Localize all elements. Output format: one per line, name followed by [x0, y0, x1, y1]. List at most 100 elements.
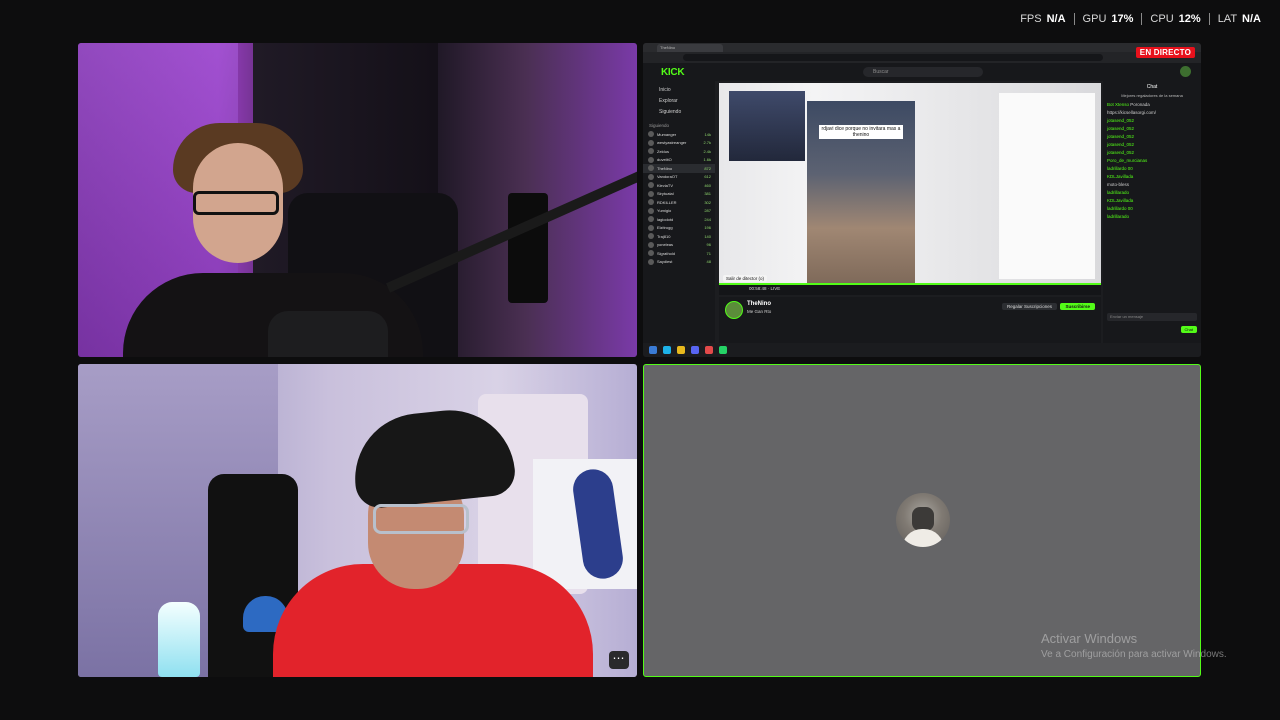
sidebar-channel[interactable]: Sigrathold 71	[643, 249, 715, 258]
sidebar-channel[interactable]: Zeldus 2.4k	[643, 147, 715, 156]
subscribe-button[interactable]: Suscribirse	[1060, 303, 1095, 310]
chat-text: moto-bless	[1107, 182, 1130, 187]
chat-username[interactable]: ladrillardo 00	[1107, 166, 1133, 171]
sidebar-channel[interactable]: TheNino 872	[643, 164, 715, 173]
chat-message: jotasend_052	[1103, 141, 1201, 149]
chat-username[interactable]: ladrillarado	[1107, 214, 1129, 219]
kick-sidebar: Inicio Explorar Siguiendo Siguiendo Muma…	[643, 81, 715, 343]
channel-name: VandoraOT	[657, 174, 678, 180]
chat-message: KDLJavillada	[1103, 173, 1201, 181]
channel-avatar	[648, 224, 654, 231]
sidebar-channel[interactable]: Traj810 140	[643, 232, 715, 241]
sidebar-channel[interactable]: VandoraOT 612	[643, 173, 715, 182]
progress-bar[interactable]	[719, 283, 1101, 285]
chat-username[interactable]: ladrillardo 00	[1107, 206, 1133, 211]
edge-icon[interactable]	[663, 346, 671, 354]
sidebar-channel[interactable]: Elzitrogg 196	[643, 224, 715, 233]
sidebar-channel[interactable]: yoneleas 96	[643, 241, 715, 250]
nav-item-siguiendo[interactable]: Siguiendo	[659, 107, 715, 118]
channel-viewers: 2.7k	[703, 140, 711, 146]
chat-username[interactable]: jotasend_052	[1107, 142, 1134, 147]
chat-input[interactable]: Enviar un mensaje	[1107, 313, 1197, 321]
sidebar-channel[interactable]: lagiodotd 244	[643, 215, 715, 224]
channel-name: Sigrathold	[657, 250, 676, 256]
sidebar-channel[interactable]: duvelitO 1.6k	[643, 156, 715, 165]
sidebar-channel[interactable]: Sirytuatal 381	[643, 190, 715, 199]
channel-avatar	[648, 139, 654, 146]
fps-value: N/A	[1046, 13, 1066, 25]
chat-send-button[interactable]: Chat	[1180, 326, 1197, 333]
participant-avatar[interactable]	[896, 493, 950, 547]
folder-icon[interactable]	[677, 346, 685, 354]
kick-nav: Inicio Explorar Siguiendo	[643, 81, 715, 118]
chat-username[interactable]: ladrillarado	[1107, 190, 1129, 195]
participant-tile-1[interactable]	[78, 43, 637, 357]
channel-name: KleviaTV	[657, 182, 674, 188]
chat-message: moto-bless	[1103, 181, 1201, 189]
channel-viewers: 1.6k	[703, 157, 711, 163]
channel-name: westyastreanger	[657, 140, 687, 146]
sidebar-channel[interactable]: westyastreanger 2.7k	[643, 139, 715, 148]
chat-username[interactable]: jotasend_052	[1107, 126, 1134, 131]
channel-viewers: 196	[704, 225, 711, 231]
chat-message: jotasend_052	[1103, 125, 1201, 133]
channel-viewers: 381	[704, 191, 711, 197]
channel-avatar	[648, 216, 654, 223]
streamer-name[interactable]: TheNino	[747, 301, 771, 307]
chat-message: ladrillarado	[1103, 189, 1201, 197]
channel-viewers: 96	[706, 242, 711, 248]
whatsapp-icon[interactable]	[719, 346, 727, 354]
nav-item-explorar[interactable]: Explorar	[659, 96, 715, 107]
channel-viewers: 612	[704, 174, 711, 180]
browser-address-bar	[643, 52, 1201, 63]
gift-subs-button[interactable]: Regalar Suscripciones	[1001, 303, 1057, 310]
chat-username[interactable]: jotasend_052	[1107, 150, 1134, 155]
sidebar-channel[interactable]: Saydiest 48	[643, 258, 715, 267]
channel-viewers: 460	[704, 182, 711, 188]
chat-message: jotasend_052	[1103, 149, 1201, 157]
browser-tab[interactable]: TheNino	[657, 44, 723, 52]
sidebar-channel[interactable]: Yumigio 287	[643, 207, 715, 216]
chat-username[interactable]: KDLJavillada	[1107, 198, 1133, 203]
screen-share-tile[interactable]: TheNino EN DIRECTO KICK Buscar Inicio Ex…	[643, 43, 1201, 357]
channel-name: Elzitrogg	[657, 225, 673, 231]
sidebar-channel[interactable]: RDKILLER 302	[643, 198, 715, 207]
kick-logo[interactable]: KICK	[661, 67, 685, 78]
chat-message: jotasend_052	[1103, 117, 1201, 125]
channel-viewers: 302	[704, 199, 711, 205]
nav-item-inicio[interactable]: Inicio	[659, 85, 715, 96]
stream-title: Me Gan Rto	[747, 309, 772, 314]
chat-message: https://kicsellasorgi.com/	[1103, 109, 1201, 117]
chat-username[interactable]: Bot Xtenso	[1107, 102, 1129, 107]
chat-text: https://kicsellasorgi.com/	[1107, 110, 1157, 115]
chat-username[interactable]: jotasend_052	[1107, 118, 1134, 123]
gpu-value: 17%	[1111, 13, 1134, 25]
streamer-avatar[interactable]	[725, 301, 743, 319]
chat-username[interactable]: KDLJavillada	[1107, 174, 1133, 179]
chat-username[interactable]: Poro_de_murcianas	[1107, 158, 1147, 163]
channel-viewers: 48	[706, 259, 711, 265]
channel-name: Yumigio	[657, 208, 672, 214]
kick-search-input[interactable]: Buscar	[863, 67, 983, 77]
video-player[interactable]: rdjavi dice porque no invitara mas a the…	[719, 83, 1101, 295]
glasses	[373, 504, 469, 534]
chat-message: Poro_de_murcianas	[1103, 157, 1201, 165]
channel-viewers: 71	[706, 250, 711, 256]
cpu-stat: CPU 12%	[1141, 13, 1208, 25]
channel-avatar	[648, 258, 654, 265]
user-avatar[interactable]	[1180, 66, 1191, 77]
address-input[interactable]	[683, 54, 1103, 61]
channel-name: Traj810	[657, 233, 671, 239]
channel-viewers: 14k	[704, 131, 711, 137]
video-caption: rdjavi dice porque no invitara mas a the…	[819, 125, 903, 139]
chat-username[interactable]: jotasend_052	[1107, 134, 1134, 139]
chrome-icon[interactable]	[705, 346, 713, 354]
start-icon[interactable]	[649, 346, 657, 354]
more-options-icon[interactable]: ⋯	[609, 651, 629, 669]
sidebar-channel[interactable]: Mumanger 14k	[643, 130, 715, 139]
participant-tile-3[interactable]: ⋯	[78, 364, 637, 677]
channel-avatar	[648, 250, 654, 257]
chat-message: ladrillarado	[1103, 213, 1201, 221]
sidebar-channel[interactable]: KleviaTV 460	[643, 181, 715, 190]
discord-icon[interactable]	[691, 346, 699, 354]
